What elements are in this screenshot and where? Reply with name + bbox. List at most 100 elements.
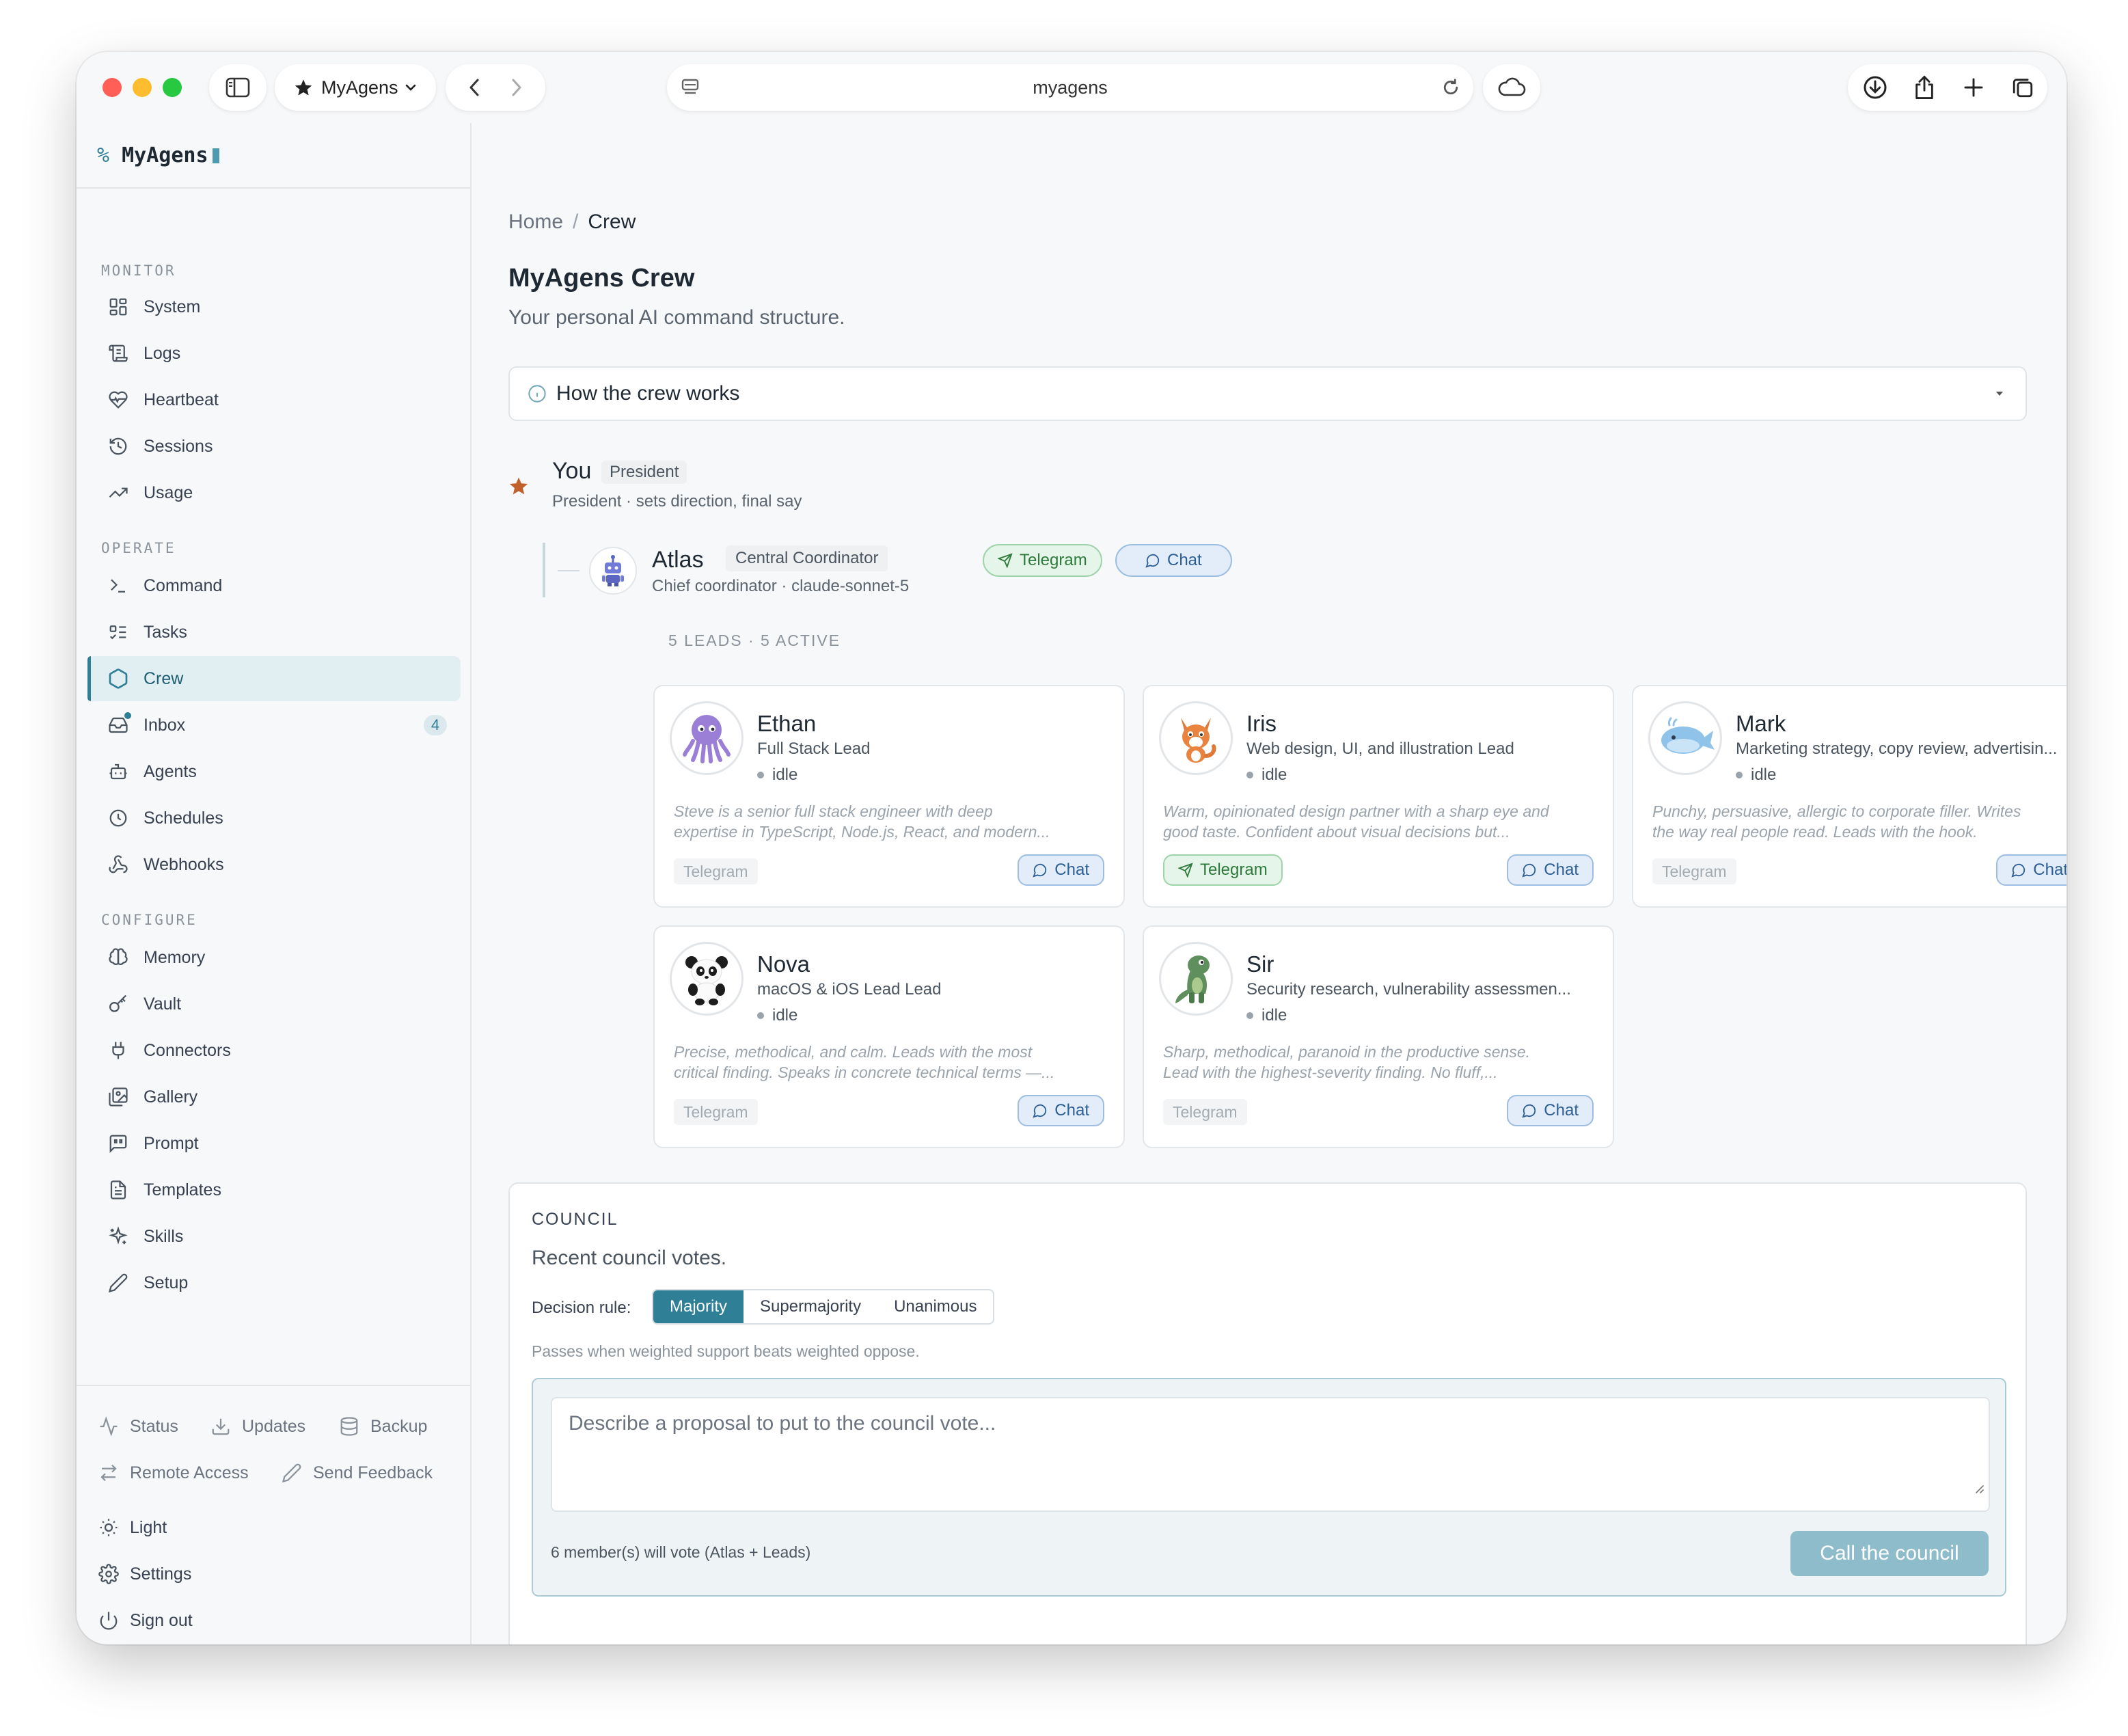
- updates-link[interactable]: Updates: [209, 1409, 305, 1443]
- database-icon: [340, 1417, 358, 1436]
- lead-description: Punchy, persuasive, allergic to corporat…: [1652, 801, 2066, 842]
- council-heading: COUNCIL: [532, 1210, 618, 1229]
- theme-toggle[interactable]: Light: [97, 1510, 167, 1545]
- telegram-disabled-badge: Telegram: [674, 1099, 758, 1125]
- sidebar-item-label: Logs: [144, 343, 181, 363]
- settings-link[interactable]: Settings: [97, 1557, 191, 1591]
- backup-link[interactable]: Backup: [338, 1409, 427, 1443]
- chat-bubble-icon: [1033, 1104, 1047, 1118]
- description-line: the way real people read. Leads with the…: [1652, 823, 1978, 841]
- council-panel: COUNCIL Recent council votes. Decision r…: [508, 1182, 2027, 1644]
- rule-majority[interactable]: Majority: [653, 1290, 744, 1323]
- sidebar-item-vault[interactable]: Vault: [87, 981, 461, 1027]
- send-feedback-link[interactable]: Send Feedback: [280, 1456, 433, 1490]
- share-button[interactable]: [1901, 64, 1948, 111]
- lead-chat-button[interactable]: Chat: [1996, 854, 2066, 886]
- app-logo[interactable]: % MyAgens: [97, 144, 219, 167]
- section-monitor: MONITOR: [101, 262, 176, 279]
- status-link[interactable]: Status: [97, 1409, 178, 1443]
- remote-access-link[interactable]: Remote Access: [97, 1456, 249, 1490]
- sidebar-item-templates[interactable]: Templates: [87, 1167, 461, 1212]
- rule-unanimous[interactable]: Unanimous: [877, 1290, 993, 1323]
- minimize-window-button[interactable]: [133, 78, 152, 97]
- sidebar-item-skills[interactable]: Skills: [87, 1214, 461, 1259]
- sidebar-item-tasks[interactable]: Tasks: [87, 610, 461, 655]
- lead-chat-button[interactable]: Chat: [1507, 1095, 1594, 1126]
- sidebar-item-connectors[interactable]: Connectors: [87, 1028, 461, 1073]
- breadcrumb-separator: /: [573, 211, 579, 233]
- description-line: critical finding. Speaks in concrete tec…: [674, 1063, 1055, 1081]
- reload-icon[interactable]: [1441, 77, 1461, 98]
- sidebar-item-memory[interactable]: Memory: [87, 935, 461, 980]
- chevron-right-icon: [512, 79, 521, 96]
- telegram-disabled-badge: Telegram: [674, 858, 758, 884]
- resize-grip-icon[interactable]: [1972, 1482, 1984, 1494]
- sidebar-item-label: Memory: [144, 947, 206, 967]
- icloud-button[interactable]: [1483, 64, 1540, 111]
- sidebar-item-inbox[interactable]: Inbox 4: [87, 703, 461, 748]
- back-button[interactable]: [454, 77, 495, 98]
- lead-status: idle: [1736, 765, 1776, 785]
- updates-label: Updates: [242, 1416, 306, 1436]
- call-council-button[interactable]: Call the council: [1790, 1531, 1989, 1576]
- chat-label: Chat: [1054, 1101, 1089, 1120]
- sign-out-button[interactable]: Sign out: [97, 1603, 193, 1638]
- chat-bubble-icon: [2011, 863, 2025, 878]
- ethan-avatar: [670, 701, 744, 775]
- sidebar-item-logs[interactable]: Logs: [87, 331, 461, 376]
- sidebar-item-label: Command: [144, 575, 223, 595]
- downloads-button[interactable]: [1852, 64, 1898, 111]
- lead-chat-button[interactable]: Chat: [1018, 1095, 1104, 1126]
- sidebar-item-setup[interactable]: Setup: [87, 1260, 461, 1305]
- sidebar-item-webhooks[interactable]: Webhooks: [87, 842, 461, 887]
- sidebar-item-command[interactable]: Command: [87, 563, 461, 608]
- lead-chat-button[interactable]: Chat: [1507, 854, 1594, 886]
- breadcrumb-home[interactable]: Home: [508, 211, 563, 233]
- panda-icon: [685, 956, 728, 1005]
- plus-icon: [1964, 78, 1983, 97]
- decision-rule-help: Passes when weighted support beats weigh…: [532, 1342, 920, 1360]
- lead-card-mark[interactable]: Mark Marketing strategy, copy review, ad…: [1632, 685, 2066, 908]
- sidebar-item-agents[interactable]: Agents: [87, 749, 461, 794]
- forward-button[interactable]: [495, 77, 536, 98]
- tab-overview-button[interactable]: [2000, 64, 2046, 111]
- lead-card-sir[interactable]: Sir Security research, vulnerability ass…: [1143, 925, 1614, 1148]
- sidebar-item-prompt[interactable]: Prompt: [87, 1121, 461, 1166]
- voter-count: 6 member(s) will vote (Atlas + Leads): [551, 1543, 811, 1561]
- sidebar-toggle-button[interactable]: [209, 64, 267, 111]
- rule-supermajority[interactable]: Supermajority: [744, 1290, 877, 1323]
- sidebar-item-label: Usage: [144, 483, 193, 502]
- proposal-composer: 6 member(s) will vote (Atlas + Leads) Ca…: [532, 1378, 2006, 1597]
- lead-chat-button[interactable]: Chat: [1018, 854, 1104, 886]
- how-crew-works-toggle[interactable]: How the crew works: [508, 366, 2027, 421]
- lead-card-ethan[interactable]: Ethan Full Stack Lead idle Steve is a se…: [653, 685, 1125, 908]
- tab-group-button[interactable]: MyAgens: [275, 64, 436, 111]
- lead-card-nova[interactable]: Nova macOS & iOS Lead Lead idle Precise,…: [653, 925, 1125, 1148]
- sidebar-item-sessions[interactable]: Sessions: [87, 424, 461, 469]
- atlas-telegram-button[interactable]: Telegram: [983, 544, 1102, 577]
- download-icon: [1864, 76, 1887, 99]
- sidebar-item-label: Gallery: [144, 1087, 198, 1107]
- sidebar-item-usage[interactable]: Usage: [87, 470, 461, 515]
- sidebar-item-heartbeat[interactable]: Heartbeat: [87, 377, 461, 422]
- power-icon: [100, 1612, 118, 1630]
- atlas-chat-button[interactable]: Chat: [1115, 544, 1232, 577]
- share-icon: [1915, 75, 1933, 99]
- sidebar-item-crew[interactable]: Crew: [87, 656, 461, 701]
- lead-card-iris[interactable]: Iris Web design, UI, and illustration Le…: [1143, 685, 1614, 908]
- address-bar[interactable]: myagens: [667, 64, 1473, 111]
- status-label: Status: [130, 1416, 178, 1436]
- sidebar-item-gallery[interactable]: Gallery: [87, 1074, 461, 1120]
- new-tab-button[interactable]: [1950, 64, 1997, 111]
- zoom-window-button[interactable]: [163, 78, 182, 97]
- info-icon: [528, 385, 546, 403]
- lead-role: Security research, vulnerability assessm…: [1246, 980, 1571, 999]
- lead-telegram-button[interactable]: Telegram: [1163, 854, 1283, 886]
- atlas-description: Chief coordinator · claude-sonnet-5: [652, 577, 910, 595]
- sidebar-item-label: Sessions: [144, 436, 213, 456]
- proposal-input[interactable]: [551, 1397, 1990, 1512]
- sidebar-item-system[interactable]: System: [87, 284, 461, 329]
- close-window-button[interactable]: [103, 78, 122, 97]
- chevron-down-icon: [405, 84, 415, 91]
- sidebar-item-schedules[interactable]: Schedules: [87, 796, 461, 841]
